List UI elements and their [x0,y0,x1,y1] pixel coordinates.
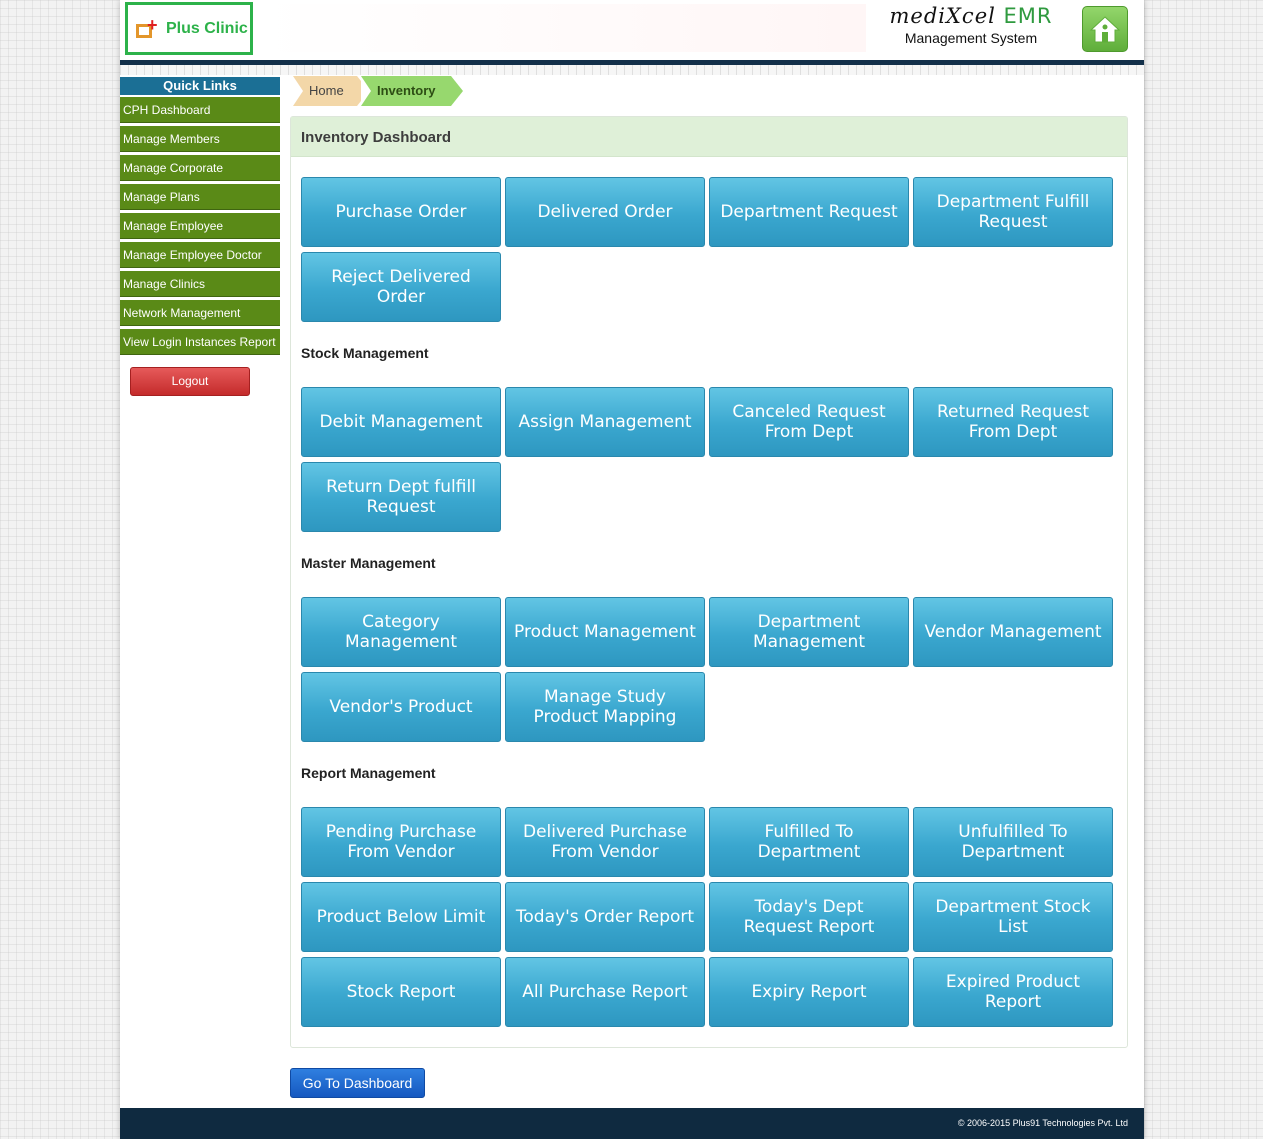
inventory-tile-button[interactable]: Debit Management [301,387,501,457]
sidebar-item[interactable]: Network Management [120,300,280,326]
tile-grid: Pending Purchase From Vendor Delivered Pu… [301,807,1113,1027]
inventory-tile-button[interactable]: Assign Management [505,387,705,457]
inventory-tile-button[interactable]: Purchase Order [301,177,501,247]
inventory-tile-button[interactable]: Vendor's Product [301,672,501,742]
sidebar-item[interactable]: Manage Corporate [120,155,280,181]
inventory-tile-button[interactable]: Reject Delivered Order [301,252,501,322]
inventory-tile-button[interactable]: Delivered Order [505,177,705,247]
home-button[interactable] [1082,6,1128,52]
inventory-tile-button[interactable]: Department Request [709,177,909,247]
panel-title: Inventory Dashboard [291,117,1127,157]
inventory-tile-button[interactable]: Vendor Management [913,597,1113,667]
brand-subtitle: Management System [904,30,1038,46]
inventory-tile-button[interactable]: Return Dept fulfill Request [301,462,501,532]
inventory-tile-button[interactable]: Expired Product Report [913,957,1113,1027]
inventory-tile-button[interactable]: Manage Study Product Mapping [505,672,705,742]
page-container: + Plus Clinic mediXcel EMR Management Sy… [120,0,1144,1139]
sidebar-item[interactable]: Manage Clinics [120,271,280,297]
inventory-panel: Inventory Dashboard Purchase Order Delive… [290,116,1128,1048]
sidebar-item[interactable]: Manage Members [120,126,280,152]
go-to-dashboard-button[interactable]: Go To Dashboard [290,1068,425,1098]
brand-title: mediXcel [889,4,996,28]
sidebar-item[interactable]: CPH Dashboard [120,97,280,123]
inventory-tile-button[interactable]: Category Management [301,597,501,667]
sidebar-item[interactable]: Manage Plans [120,184,280,210]
inventory-tile-button[interactable]: Department Stock List [913,882,1113,952]
inventory-tile-button[interactable]: Product Management [505,597,705,667]
tile-grid: Category Management Product Management Dep… [301,597,1113,742]
breadcrumb-home[interactable]: Home [293,76,369,106]
copyright: © 2006-2015 Plus91 Technologies Pvt. Ltd [957,1118,1128,1128]
clinic-name: Plus Clinic [166,19,248,37]
breadcrumb: Home Inventory [293,76,463,106]
tile-grid: Purchase Order Delivered Order Department … [301,177,1113,322]
inventory-tile-button[interactable]: Today's Dept Request Report [709,882,909,952]
inventory-tile-button[interactable]: Department Fulfill Request [913,177,1113,247]
footer: © 2006-2015 Plus91 Technologies Pvt. Ltd [120,1108,1144,1139]
inventory-tile-button[interactable]: Fulfilled To Department [709,807,909,877]
inventory-tile-button[interactable]: All Purchase Report [505,957,705,1027]
inventory-tile-button[interactable]: Returned Request From Dept [913,387,1113,457]
header-banner [260,4,866,52]
inventory-tile-button[interactable]: Unfulfilled To Department [913,807,1113,877]
clinic-logo[interactable]: + Plus Clinic [125,2,253,55]
brand-logo: mediXcel EMR Management System [872,4,1070,46]
sidebar: Quick Links CPH Dashboard Manage Members M… [120,77,280,396]
brand-emr: EMR [1003,4,1053,28]
inventory-tile-button[interactable]: Stock Report [301,957,501,1027]
inventory-tile-button[interactable]: Product Below Limit [301,882,501,952]
section-title: Stock Management [301,345,429,361]
inventory-tile-button[interactable]: Expiry Report [709,957,909,1027]
sidebar-item[interactable]: Manage Employee [120,213,280,239]
header-stripe [120,65,1144,75]
inventory-tile-button[interactable]: Delivered Purchase From Vendor [505,807,705,877]
header: + Plus Clinic mediXcel EMR Management Sy… [120,0,1144,60]
clinic-cross-icon: + [134,16,160,40]
section-title: Report Management [301,765,436,781]
home-icon [1089,16,1121,43]
sidebar-item[interactable]: Manage Employee Doctor [120,242,280,268]
inventory-tile-button[interactable]: Canceled Request From Dept [709,387,909,457]
breadcrumb-inventory[interactable]: Inventory [361,76,463,106]
inventory-tile-button[interactable]: Pending Purchase From Vendor [301,807,501,877]
inventory-tile-button[interactable]: Department Management [709,597,909,667]
section-title: Master Management [301,555,436,571]
logout-button[interactable]: Logout [130,367,250,396]
sidebar-item[interactable]: View Login Instances Report [120,329,280,355]
tile-grid: Debit Management Assign Management Cancele… [301,387,1113,532]
inventory-tile-button[interactable]: Today's Order Report [505,882,705,952]
quick-links-title: Quick Links [120,77,280,95]
